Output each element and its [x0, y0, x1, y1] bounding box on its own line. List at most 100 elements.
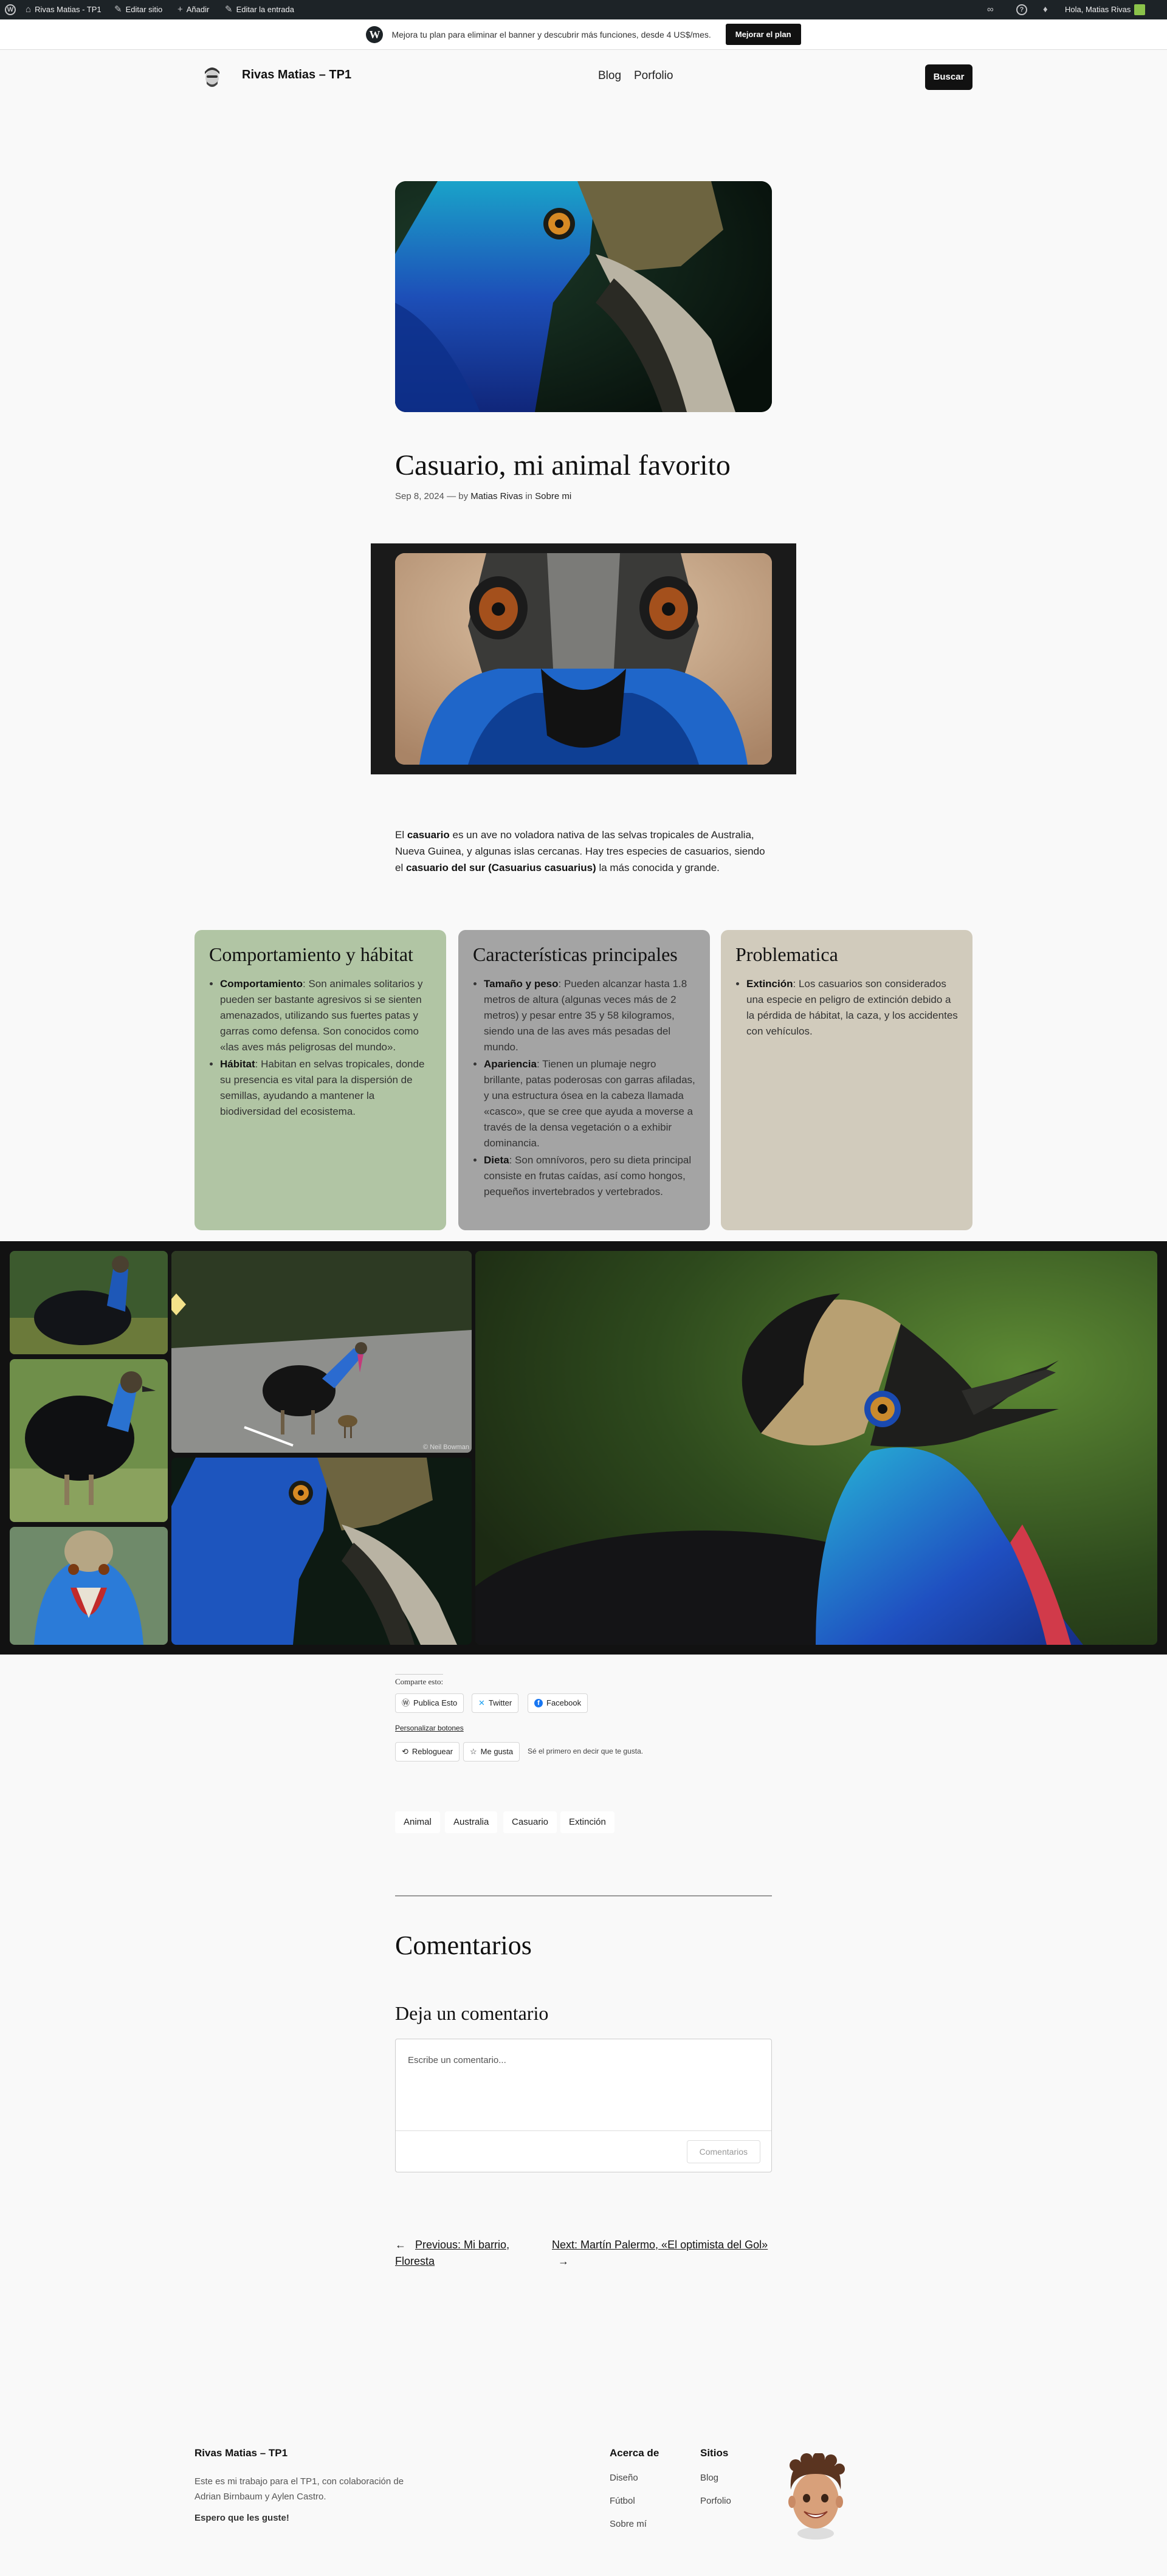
twitter-icon: ✕	[478, 1698, 485, 1707]
gallery-image[interactable]	[10, 1251, 168, 1354]
footer-tagline: Espero que les guste!	[194, 2513, 289, 2523]
admin-site-name-link[interactable]: ⌂ Rivas Matias - TP1	[26, 0, 102, 19]
gallery-image[interactable]: © Neil Bowman	[171, 1251, 472, 1453]
previous-post-label-2: Floresta	[395, 2255, 435, 2267]
card-title: Características principales	[473, 943, 678, 965]
star-icon: ☆	[470, 1747, 477, 1756]
brush-icon: ✎	[114, 4, 122, 15]
gallery-image[interactable]	[10, 1359, 168, 1522]
share-facebook-label: Facebook	[546, 1698, 582, 1707]
comment-submit-button[interactable]: Comentarios	[686, 2140, 760, 2163]
comment-textarea[interactable]: Escribe un comentario...	[408, 2055, 506, 2065]
add-new-link[interactable]: + Añadir	[177, 0, 209, 19]
admin-site-name: Rivas Matias - TP1	[35, 5, 102, 14]
card-title: Problematica	[735, 943, 838, 965]
pencil-icon: ✎	[225, 4, 233, 15]
card-term: Hábitat	[220, 1058, 255, 1070]
site-title[interactable]: Rivas Matias – TP1	[242, 68, 351, 82]
reply-heading: Deja un comentario	[395, 2002, 549, 2024]
card-main-features: Características principales Tamaño y pes…	[458, 930, 710, 1230]
account-menu[interactable]: Hola, Matias Rivas	[1065, 0, 1146, 19]
card-behavior-habitat: Comportamiento y hábitat Comportamiento:…	[194, 930, 446, 1230]
gallery-image[interactable]	[10, 1527, 168, 1645]
upgrade-banner-text: Mejora tu plan para eliminar el banner y…	[391, 29, 711, 40]
post-date[interactable]: Sep 8, 2024	[395, 491, 444, 501]
post-author[interactable]: Matias Rivas	[470, 491, 523, 501]
nav-porfolio[interactable]: Porfolio	[634, 69, 673, 83]
footer-link-diseno[interactable]: Diseño	[610, 2473, 638, 2483]
tag-casuario[interactable]: Casuario	[503, 1811, 557, 1833]
admin-bar: W ⌂ Rivas Matias - TP1 ✎ Editar sitio + …	[0, 0, 1167, 19]
tag-australia[interactable]: Australia	[445, 1811, 498, 1833]
footer-link-sobre-mi[interactable]: Sobre mí	[610, 2519, 647, 2529]
footer-link-blog[interactable]: Blog	[700, 2473, 718, 2483]
card-list-item: Comportamiento: Son animales solitarios …	[220, 976, 432, 1055]
customize-buttons-link[interactable]: Personalizar botones	[395, 1724, 464, 1732]
card-term: Tamaño y peso	[484, 978, 559, 990]
footer-about-heading: Acerca de	[610, 2447, 659, 2459]
help-icon[interactable]: ?	[1016, 0, 1027, 19]
share-heading: Comparte esto:	[395, 1674, 444, 1687]
reader-icon[interactable]: ∞	[987, 0, 994, 19]
reblog-button[interactable]: ⟲ Rebloguear	[395, 1742, 460, 1762]
arrow-right-icon: →	[558, 2255, 570, 2267]
photo-credit: © Neil Bowman	[423, 1444, 469, 1451]
edit-site-label: Editar sitio	[125, 5, 163, 14]
card-term: Dieta	[484, 1154, 509, 1166]
like-status-text: Sé el primero en decir que te gusta.	[528, 1747, 644, 1755]
previous-post-link[interactable]: ← Previous: Mi barrio, Floresta	[395, 2237, 509, 2270]
footer-link-futbol[interactable]: Fútbol	[610, 2496, 635, 2506]
edit-entry-link[interactable]: ✎ Editar la entrada	[225, 0, 294, 19]
nav-blog[interactable]: Blog	[598, 69, 621, 83]
account-avatar	[1134, 4, 1146, 15]
account-greeting: Hola, Matias Rivas	[1065, 5, 1131, 14]
edit-site-link[interactable]: ✎ Editar sitio	[114, 0, 162, 19]
site-logo[interactable]	[201, 63, 224, 90]
upgrade-banner: W Mejora tu plan para eliminar el banner…	[0, 19, 1167, 50]
memoji-avatar	[788, 2453, 845, 2540]
share-twitter-button[interactable]: ✕ Twitter	[472, 1693, 519, 1713]
gallery-image-large[interactable]	[475, 1251, 1157, 1645]
reblog-icon: ⟲	[402, 1747, 408, 1756]
intro-text-1: El	[395, 829, 407, 841]
share-press-this-label: Publica Esto	[413, 1698, 458, 1707]
by-separator: — by	[447, 491, 469, 501]
facebook-icon: f	[534, 1699, 543, 1707]
card-list-item: Hábitat: Habitan en selvas tropicales, d…	[220, 1056, 432, 1120]
card-problem: Problematica Extinción: Los casuarios so…	[721, 930, 972, 1230]
share-twitter-label: Twitter	[488, 1698, 512, 1707]
upgrade-plan-button[interactable]: Mejorar el plan	[725, 24, 801, 45]
wordpress-logo-icon[interactable]: W	[5, 0, 16, 19]
post-meta: Sep 8, 2024 — by Matias Rivas in Sobre m…	[395, 491, 571, 501]
card-term: Extinción	[746, 978, 793, 990]
comment-form-divider	[396, 2130, 771, 2131]
next-post-label: Next: Martín Palermo, «El optimista del …	[552, 2239, 768, 2251]
post-category[interactable]: Sobre mi	[535, 491, 571, 501]
card-text: : Tienen un plumaje negro brillante, pat…	[484, 1058, 695, 1149]
card-list-item: Dieta: Son omnívoros, pero su dieta prin…	[484, 1152, 695, 1200]
footer-site-title[interactable]: Rivas Matias – TP1	[194, 2447, 287, 2459]
photo-gallery: © Neil Bowman	[0, 1241, 1167, 1655]
intro-bold-2: casuario del sur (Casuarius casuarius)	[405, 862, 596, 873]
next-post-link[interactable]: Next: Martín Palermo, «El optimista del …	[552, 2237, 768, 2270]
card-list-item: Extinción: Los casuarios son considerado…	[746, 976, 958, 1039]
intro-paragraph: El casuario es un ave no voladora nativa…	[395, 827, 774, 876]
wordpress-icon: W	[366, 26, 384, 43]
previous-post-label: Previous: Mi barrio,	[415, 2239, 510, 2251]
share-facebook-button[interactable]: f Facebook	[528, 1693, 588, 1713]
tag-extincion[interactable]: Extinción	[560, 1811, 614, 1833]
like-label: Me gusta	[480, 1747, 514, 1756]
card-term: Comportamiento	[220, 978, 303, 990]
share-press-this-button[interactable]: Ⓦ Publica Esto	[395, 1693, 464, 1713]
like-button[interactable]: ☆ Me gusta	[463, 1742, 520, 1762]
card-term: Apariencia	[484, 1058, 537, 1070]
post-title: Casuario, mi animal favorito	[395, 449, 731, 481]
gallery-image[interactable]	[171, 1458, 472, 1645]
tag-animal[interactable]: Animal	[395, 1811, 440, 1833]
intro-text-3: la más conocida y grande.	[596, 862, 720, 873]
search-button[interactable]: Buscar	[925, 64, 972, 90]
comment-form: Escribe un comentario... Comentarios	[395, 2039, 772, 2172]
notifications-icon[interactable]: ♦	[1043, 0, 1048, 19]
divider	[395, 1895, 772, 1896]
footer-link-porfolio[interactable]: Porfolio	[700, 2496, 731, 2506]
